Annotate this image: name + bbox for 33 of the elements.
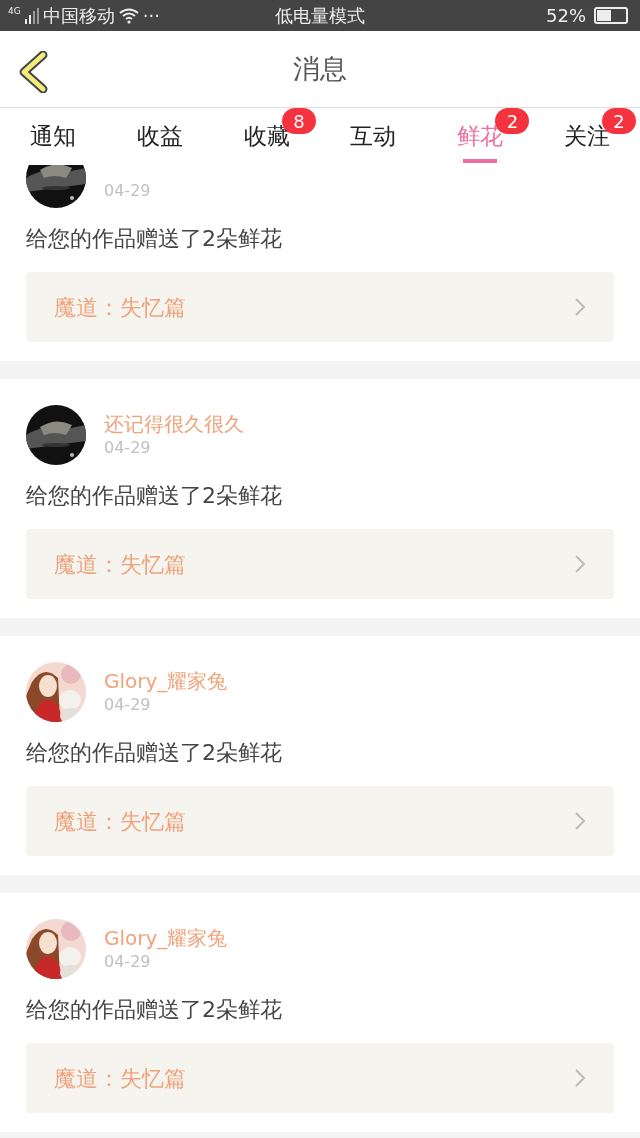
date: 04-29 xyxy=(104,180,151,202)
message-text: 给您的作品赠送了2朵鲜花 xyxy=(26,482,283,510)
wifi-icon xyxy=(118,7,139,24)
carrier: 中国移动 xyxy=(42,4,115,28)
chevron-right-icon xyxy=(574,554,586,574)
user-name[interactable]: Glory_耀家兔 xyxy=(104,668,228,694)
message-text: 给您的作品赠送了2朵鲜花 xyxy=(26,225,283,253)
power-mode: 低电量模式 xyxy=(274,4,366,28)
chevron-right-icon xyxy=(574,1068,586,1088)
more-dots: ··· xyxy=(142,4,160,28)
network-type: 4G xyxy=(8,7,21,16)
book-link[interactable]: 魔道：失忆篇 xyxy=(26,272,614,342)
tab[interactable]: 通知 xyxy=(0,108,107,165)
date: 04-29 xyxy=(104,951,152,973)
date: 04-29 xyxy=(104,437,152,459)
user-name[interactable]: 还记得很久很久 xyxy=(104,411,244,437)
chevron-right-icon xyxy=(574,811,586,831)
battery-percent: 52% xyxy=(546,4,586,28)
message-text: 给您的作品赠送了2朵鲜花 xyxy=(26,739,283,767)
tab[interactable]: 收益 xyxy=(106,108,214,165)
back-button[interactable] xyxy=(18,51,48,93)
user-name[interactable]: Glory_耀家兔 xyxy=(104,925,228,951)
book-link[interactable]: 魔道：失忆篇 xyxy=(26,529,614,599)
battery-icon xyxy=(594,7,628,24)
book-link[interactable]: 魔道：失忆篇 xyxy=(26,1043,614,1113)
tab[interactable]: 互动 xyxy=(320,108,427,165)
chevron-right-icon xyxy=(574,297,586,317)
page-title: 消息 xyxy=(293,51,347,86)
book-link[interactable]: 魔道：失忆篇 xyxy=(26,786,614,856)
signal-icon xyxy=(24,7,39,24)
back-icon xyxy=(18,51,48,93)
message-text: 给您的作品赠送了2朵鲜花 xyxy=(26,996,283,1024)
date: 04-29 xyxy=(104,694,152,716)
